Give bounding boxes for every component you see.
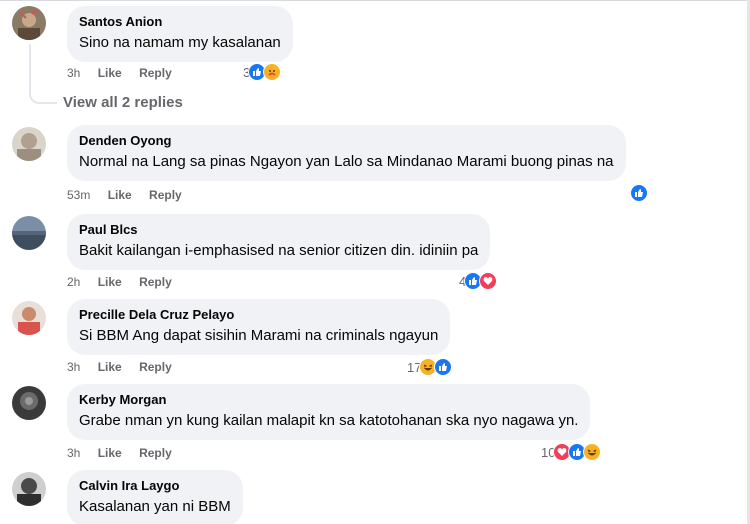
thread-connector — [29, 44, 57, 104]
commenter-name[interactable]: Calvin Ira Laygo — [79, 478, 231, 494]
reply-button[interactable]: Reply — [139, 360, 172, 374]
avatar[interactable] — [12, 216, 46, 250]
reaction-summary[interactable]: 4 — [459, 272, 498, 290]
reply-button[interactable]: Reply — [139, 66, 172, 80]
comment-bubble: Santos Anion Sino na namam my kasalanan — [67, 6, 293, 62]
like-button[interactable]: Like — [98, 66, 122, 80]
comment-text: Kasalanan yan ni BBM — [79, 498, 231, 515]
comment-time[interactable]: 53m — [67, 188, 90, 202]
comment-text: Grabe nman yn kung kailan malapit kn sa … — [79, 412, 579, 429]
like-button[interactable]: Like — [108, 188, 132, 202]
comment-text: Normal na Lang sa pinas Ngayon yan Lalo … — [79, 153, 614, 170]
view-replies-link[interactable]: View all 2 replies — [63, 94, 183, 111]
reply-button[interactable]: Reply — [139, 446, 172, 460]
comment-time[interactable]: 3h — [67, 66, 80, 80]
comment-actions: 53m Like Reply — [67, 188, 196, 202]
like-button[interactable]: Like — [98, 446, 122, 460]
commenter-name[interactable]: Kerby Morgan — [79, 392, 578, 408]
comment-bubble: Precille Dela Cruz Pelayo Si BBM Ang dap… — [67, 299, 451, 355]
reply-button[interactable]: Reply — [139, 275, 172, 289]
avatar[interactable] — [12, 6, 46, 40]
comment-actions: 3h Like Reply — [67, 66, 186, 80]
comment-time[interactable]: 3h — [67, 360, 80, 374]
haha-icon — [583, 443, 602, 461]
top-border — [0, 0, 750, 5]
like-icon — [434, 358, 453, 376]
comment-time[interactable]: 2h — [67, 275, 80, 289]
comment-bubble: Denden Oyong Normal na Lang sa pinas Nga… — [67, 125, 626, 181]
comment-actions: 3h Like Reply — [67, 360, 186, 374]
commenter-name[interactable]: Denden Oyong — [79, 133, 614, 149]
commenter-name[interactable]: Santos Anion — [79, 14, 281, 30]
reaction-summary[interactable]: 3 — [243, 63, 282, 81]
like-button[interactable]: Like — [98, 275, 122, 289]
comment-bubble: Calvin Ira Laygo Kasalanan yan ni BBM — [67, 470, 243, 524]
comment-time[interactable]: 3h — [67, 446, 80, 460]
avatar[interactable] — [12, 386, 46, 420]
commenter-name[interactable]: Precille Dela Cruz Pelayo — [79, 307, 438, 323]
comment-text: Sino na namam my kasalanan — [79, 34, 281, 51]
comment-text: Si BBM Ang dapat sisihin Marami na crimi… — [79, 327, 439, 344]
comment-bubble: Paul Blcs Bakit kailangan i-emphasised n… — [67, 214, 491, 270]
like-button[interactable]: Like — [98, 360, 122, 374]
reaction-summary[interactable] — [630, 184, 648, 202]
commenter-name[interactable]: Paul Blcs — [79, 222, 478, 238]
avatar[interactable] — [12, 127, 46, 161]
reaction-summary[interactable]: 10 — [541, 443, 602, 461]
comment-text: Bakit kailangan i-emphasised na senior c… — [79, 242, 479, 259]
reply-button[interactable]: Reply — [149, 188, 182, 202]
comment-actions: 3h Like Reply — [67, 446, 186, 460]
like-icon — [630, 184, 648, 202]
comment-bubble: Kerby Morgan Grabe nman yn kung kailan m… — [67, 384, 591, 440]
reaction-summary[interactable]: 17 — [407, 358, 453, 376]
comment-actions: 2h Like Reply — [67, 275, 186, 289]
avatar[interactable] — [12, 301, 46, 335]
avatar[interactable] — [12, 472, 46, 506]
love-icon — [479, 272, 498, 290]
care-icon — [263, 63, 282, 81]
